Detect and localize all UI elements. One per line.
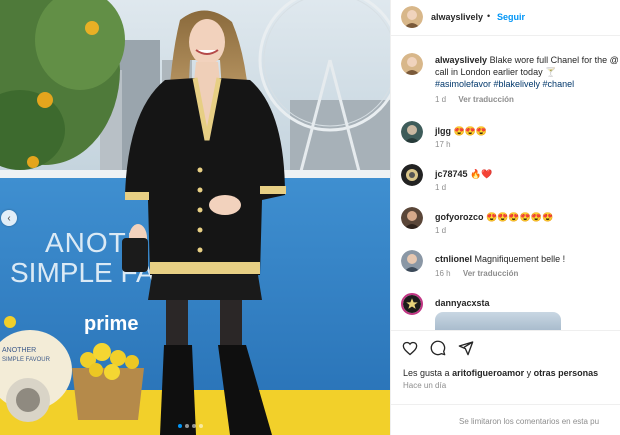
comment-text: gofyorozco 😍😍😍😍😍😍: [435, 211, 619, 223]
comment-meta: 17 h: [435, 140, 451, 149]
comment-text: jlgg 😍😍😍: [435, 125, 619, 137]
share-icon[interactable]: [457, 339, 475, 357]
comment-body: Magnifiquement belle !: [474, 254, 566, 264]
heart-icon[interactable]: [401, 339, 419, 357]
see-translation-link[interactable]: Ver traducción: [463, 269, 519, 278]
photo-image: ANOTHER SIMPLE FAV prime ANOTHER SIMPLE …: [0, 0, 390, 435]
caption-username[interactable]: alwayslively: [435, 55, 487, 65]
chevron-left-icon: ‹: [7, 212, 11, 224]
comment-age[interactable]: 1 d: [435, 226, 446, 235]
caption-text: alwayslively Blake wore full Chanel for …: [435, 54, 619, 90]
comment-body: 😍😍😍😍😍😍: [486, 212, 554, 222]
likes-prefix: Les gusta a: [403, 368, 450, 378]
follow-button[interactable]: Seguir: [497, 12, 525, 22]
caption-meta: 1 d Ver traducción: [435, 95, 514, 104]
carousel-dot: [178, 424, 182, 428]
likes-summary: Les gusta a aritofigueroamor y otras per…: [403, 368, 598, 378]
comment-body: 🔥❤️: [470, 169, 493, 179]
commenter-avatar[interactable]: [401, 207, 423, 229]
post-actions: Les gusta a aritofigueroamor y otras per…: [391, 330, 620, 435]
comment-text: ctnlionel Magnifiquement belle !: [435, 253, 619, 265]
signage-text-4: ANOTHER: [2, 347, 36, 354]
comment-age[interactable]: 16 h: [435, 269, 451, 278]
comment-username[interactable]: jlgg: [435, 126, 451, 136]
comment-meta: 16 h Ver traducción: [435, 269, 518, 278]
commenter-avatar[interactable]: [401, 250, 423, 272]
likes-user[interactable]: aritofigueroamor: [452, 368, 524, 378]
likes-others[interactable]: otras personas: [534, 368, 599, 378]
comment-meta: 1 d: [435, 183, 446, 192]
commenter-avatar[interactable]: [401, 293, 423, 315]
author-username[interactable]: alwayslively: [431, 12, 483, 22]
carousel-dot: [185, 424, 189, 428]
commenter-avatar[interactable]: [401, 121, 423, 143]
caption-age[interactable]: 1 d: [435, 95, 446, 104]
carousel-dot: [192, 424, 196, 428]
comment-icon[interactable]: [429, 339, 447, 357]
comment-age[interactable]: 17 h: [435, 140, 451, 149]
see-translation-link[interactable]: Ver traducción: [458, 95, 514, 104]
comment-age[interactable]: 1 d: [435, 183, 446, 192]
comment-username[interactable]: jc78745: [435, 169, 468, 179]
carousel-dot: [199, 424, 203, 428]
comment-body: 😍😍😍: [453, 126, 488, 136]
signage-text-3: prime: [84, 313, 138, 335]
action-icons: [401, 339, 475, 357]
comment-text: jc78745 🔥❤️: [435, 168, 619, 180]
caption-avatar[interactable]: [401, 53, 423, 75]
comments-limited-notice: Se limitaron los comentarios en esta pu: [391, 404, 620, 435]
comment-image-preview[interactable]: [435, 312, 561, 330]
comment-username[interactable]: ctnlionel: [435, 254, 472, 264]
comment-meta: 1 d: [435, 226, 446, 235]
commenter-avatar[interactable]: [401, 164, 423, 186]
post-side-panel: alwayslively • Seguir alwayslively Blake…: [390, 0, 620, 435]
posted-time[interactable]: Hace un día: [403, 381, 446, 390]
comment-username[interactable]: gofyorozco: [435, 212, 484, 222]
caption-hashtags[interactable]: #asimolefavor #blakelively #chanel: [435, 79, 574, 89]
signage-text-5: SIMPLE FAVOUR: [2, 357, 51, 363]
post-header: alwayslively • Seguir: [391, 0, 620, 36]
caption-line2: call in London earlier today 🍸: [435, 67, 557, 77]
post-photo[interactable]: ANOTHER SIMPLE FAV prime ANOTHER SIMPLE …: [0, 0, 390, 435]
comment-text: dannyacxsta: [435, 297, 619, 309]
carousel-dots: [178, 424, 203, 428]
separator-dot: •: [487, 11, 491, 21]
carousel-prev-button[interactable]: ‹: [1, 210, 17, 226]
comment-username[interactable]: dannyacxsta: [435, 298, 490, 308]
caption-line1: Blake wore full Chanel for the @: [489, 55, 619, 65]
likes-middle: y: [526, 368, 532, 378]
author-avatar[interactable]: [401, 6, 423, 28]
